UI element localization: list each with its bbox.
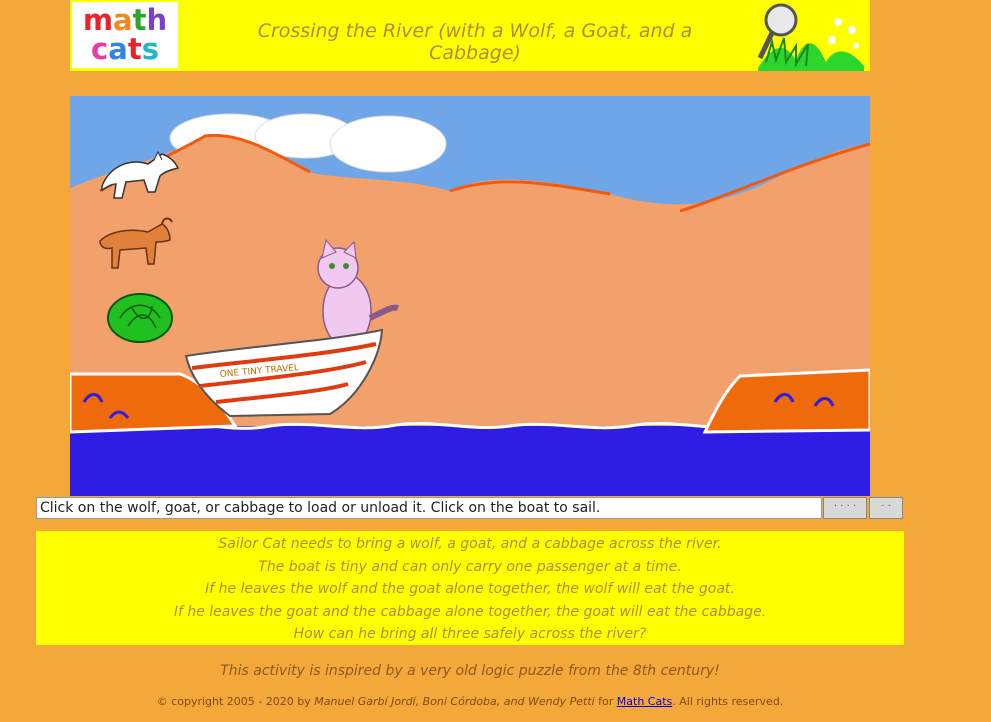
story-line: The boat is tiny and can only carry one … bbox=[258, 558, 682, 575]
page-title: Crossing the River (with a Wolf, a Goat,… bbox=[257, 20, 693, 64]
logo-line-math: math bbox=[82, 3, 168, 37]
story-line: Sailor Cat needs to bring a wolf, a goat… bbox=[218, 536, 722, 552]
scene-canvas: ONE TINY TRAVEL bbox=[70, 96, 870, 496]
story-line: How can he bring all three safely across… bbox=[293, 626, 647, 642]
copyright-prefix: © copyright 2005 - 2020 by bbox=[156, 695, 311, 708]
story-line: If he leaves the goat and the cabbage al… bbox=[173, 603, 767, 620]
copyright-rights: . All rights reserved. bbox=[672, 695, 784, 708]
inspired-note: This activity is inspired by a very old … bbox=[220, 663, 720, 679]
story-line: If he leaves the wolf and the goat alone… bbox=[205, 581, 735, 597]
magnifier-grass-icon bbox=[757, 3, 864, 71]
river bbox=[70, 426, 870, 496]
math-cats-link[interactable]: Math Cats bbox=[617, 695, 672, 708]
cabbage[interactable] bbox=[107, 293, 173, 343]
river-scene[interactable]: ONE TINY TRAVEL bbox=[70, 96, 870, 496]
logo-line-cats: cats bbox=[91, 32, 159, 66]
copyright-for: for bbox=[598, 695, 614, 708]
message-bar: Click on the wolf, goat, or cabbage to l… bbox=[36, 497, 822, 519]
control-button-1[interactable]: · · · · bbox=[823, 497, 867, 519]
copyright-line: © copyright 2005 - 2020 by Manuel Garbí … bbox=[0, 695, 940, 708]
header-banner: math cats math cats Crossing the River (… bbox=[70, 0, 870, 71]
math-cats-logo[interactable]: math cats math cats bbox=[72, 2, 178, 68]
control-button-2[interactable]: · · bbox=[869, 497, 903, 519]
copyright-authors: Manuel Garbí Jordí, Boni Córdoba, and We… bbox=[314, 695, 595, 708]
story-panel: Sailor Cat needs to bring a wolf, a goat… bbox=[36, 531, 904, 645]
